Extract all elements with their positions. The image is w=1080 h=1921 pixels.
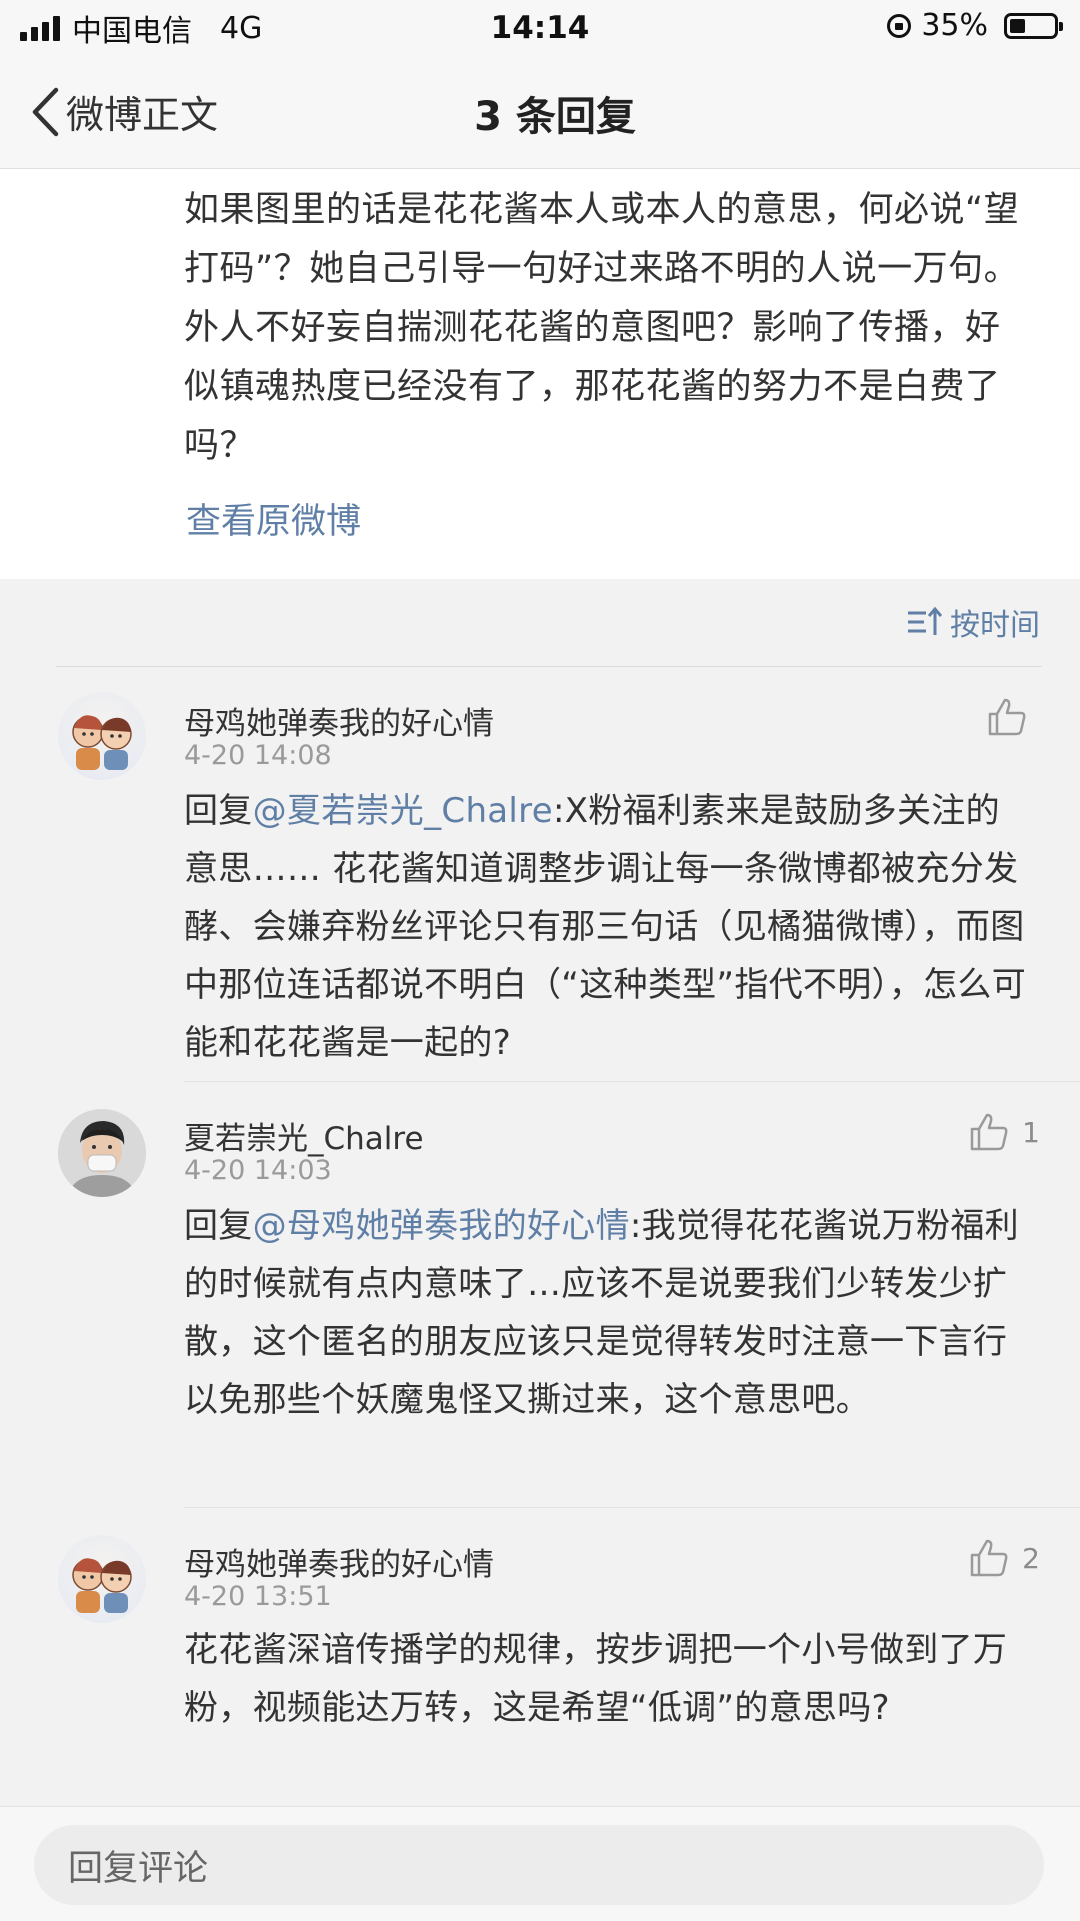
- sort-row: 按时间: [0, 580, 1080, 668]
- comment-time: 4-20 14:03: [184, 1155, 332, 1186]
- like-button[interactable]: 1: [968, 1111, 1040, 1153]
- page-title: 3 条回复: [474, 94, 636, 140]
- comment-text: 回复@母鸡她弹奏我的好心情:我觉得花花酱说万粉福利的时候就有点内意味了…应该不是…: [184, 1197, 1030, 1429]
- avatar[interactable]: [58, 1109, 146, 1197]
- comment-author[interactable]: 母鸡她弹奏我的好心情: [184, 698, 494, 743]
- original-post: 如果图里的话是花花酱本人或本人的意思，何必说“望打码”？她自己引导一句好过来路不…: [0, 169, 1080, 579]
- comment-time: 4-20 13:51: [184, 1581, 332, 1612]
- battery-percent: 35%: [921, 8, 988, 43]
- reply-prefix: 回复: [184, 791, 253, 831]
- like-count: 1: [1022, 1115, 1040, 1149]
- view-original-link[interactable]: 查看原微博: [186, 493, 361, 544]
- comment-body: 花花酱深谙传播学的规律，按步调把一个小号做到了万粉，视频能达万转，这是希望“低调…: [184, 1630, 1008, 1728]
- comment-author[interactable]: 母鸡她弹奏我的好心情: [184, 1539, 494, 1584]
- avatar[interactable]: [58, 692, 146, 780]
- sort-by-time-button[interactable]: 按时间: [906, 600, 1040, 644]
- rotation-lock-icon: [887, 13, 912, 38]
- avatar[interactable]: [58, 1535, 146, 1623]
- nav-bar: 微博正文 3 条回复: [0, 56, 1080, 169]
- reply-prefix: 回复: [184, 1206, 253, 1246]
- reply-bar: 回复评论: [0, 1806, 1080, 1921]
- mention-link[interactable]: @母鸡她弹奏我的好心情: [253, 1206, 630, 1246]
- comment-time: 4-20 14:08: [184, 740, 332, 771]
- comment-item: 母鸡她弹奏我的好心情 4-20 14:08 回复@夏若崇光_Chalre:X粉福…: [0, 668, 1080, 1082]
- comment-item: 母鸡她弹奏我的好心情 4-20 13:51 2 花花酱深谙传播学的规律，按步调把…: [0, 1509, 1080, 1805]
- battery-icon: [1004, 12, 1063, 39]
- reply-input[interactable]: 回复评论: [34, 1825, 1044, 1905]
- divider: [56, 666, 1042, 667]
- post-text: 如果图里的话是花花酱本人或本人的意思，何必说“望打码”？她自己引导一句好过来路不…: [184, 190, 1020, 466]
- comment-body: :X粉福利素来是鼓励多关注的意思…… 花花酱知道调整步调让每一条微博都被充分发酵…: [184, 791, 1027, 1063]
- comment-text: 回复@夏若崇光_Chalre:X粉福利素来是鼓励多关注的意思…… 花花酱知道调整…: [184, 782, 1030, 1072]
- cartoon-avatar-icon: [72, 715, 132, 770]
- thumbs-up-icon: [970, 1539, 1008, 1577]
- like-count: 2: [1022, 1541, 1040, 1575]
- sort-label: 按时间: [950, 608, 1040, 643]
- comment-author[interactable]: 夏若崇光_Chalre: [184, 1113, 424, 1158]
- status-bar: 中国电信 4G 14:14 35%: [0, 0, 1080, 56]
- cartoon-avatar-icon: [72, 1558, 132, 1613]
- like-button[interactable]: [986, 696, 1040, 738]
- thumbs-up-icon: [970, 1113, 1008, 1151]
- photo-avatar-icon: [58, 1109, 146, 1197]
- status-right: 35%: [887, 8, 1063, 43]
- like-button[interactable]: 2: [968, 1537, 1040, 1579]
- comment-text: 花花酱深谙传播学的规律，按步调把一个小号做到了万粉，视频能达万转，这是希望“低调…: [184, 1621, 1030, 1737]
- comment-item: 夏若崇光_Chalre 4-20 14:03 1 回复@母鸡她弹奏我的好心情:我…: [0, 1083, 1080, 1508]
- thumbs-up-icon: [988, 698, 1026, 736]
- divider: [184, 1507, 1080, 1508]
- mention-link[interactable]: @夏若崇光_Chalre: [253, 791, 553, 831]
- divider: [184, 1081, 1080, 1082]
- sort-icon: [908, 606, 942, 635]
